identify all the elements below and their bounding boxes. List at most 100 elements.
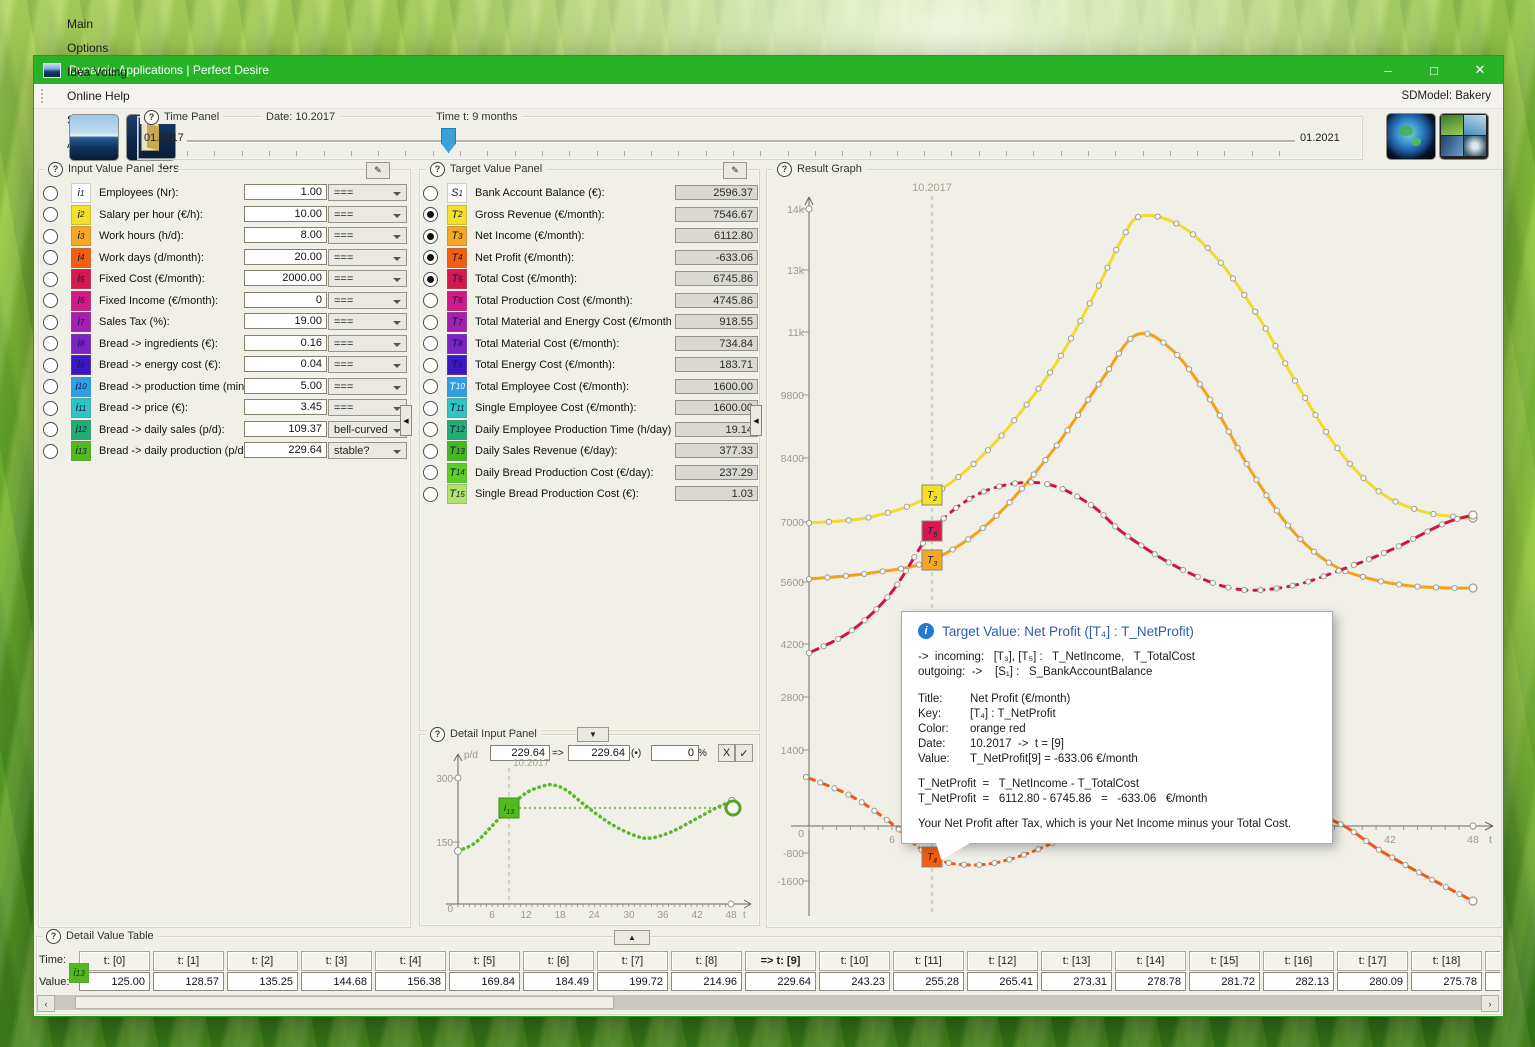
detail-table-collapse-button[interactable]: ▲ [614,930,650,945]
input-value-i3[interactable]: 8.00 [244,227,327,243]
help-icon[interactable]: ? [46,929,61,944]
input-mode-dropdown-i13[interactable]: stable? [328,442,407,459]
menu-item-main[interactable]: Main [53,12,193,36]
input-value-i7[interactable]: 19.00 [244,313,327,329]
series-end-point[interactable] [1469,897,1477,905]
input-value-i2[interactable]: 10.00 [244,206,327,222]
help-icon[interactable]: ? [430,162,445,177]
minimize-button[interactable]: – [1365,56,1411,84]
menu-item-options[interactable]: Options [53,36,193,60]
input-mode-dropdown-i3[interactable]: === [328,227,407,244]
input-radio-i6[interactable] [43,293,58,308]
target-radio-S1[interactable] [423,186,438,201]
target-radio-T2[interactable] [423,207,438,222]
target-radio-T10[interactable] [423,379,438,394]
earth-image-button[interactable] [1386,113,1436,160]
input-radio-i5[interactable] [43,272,58,287]
input-radio-i13[interactable] [43,444,58,459]
table-value-cell-16[interactable]: 282.13 [1263,972,1334,991]
table-value-cell-14[interactable]: 278.78 [1115,972,1186,991]
target-radio-T7[interactable] [423,315,438,330]
input-radio-i7[interactable] [43,315,58,330]
table-value-cell-11[interactable]: 255.28 [893,972,964,991]
input-radio-i11[interactable] [43,401,58,416]
input-mode-dropdown-i12[interactable]: bell-curved [328,421,407,438]
stable-target-ring[interactable] [726,801,740,815]
input-radio-i3[interactable] [43,229,58,244]
scroll-right-button[interactable]: › [1481,995,1499,1012]
detail-curve-start-point[interactable] [455,848,462,855]
input-radio-i8[interactable] [43,336,58,351]
help-icon[interactable]: ? [48,162,63,177]
input-radio-i2[interactable] [43,207,58,222]
input-radio-i1[interactable] [43,186,58,201]
table-value-cell-1[interactable]: 128.57 [153,972,224,991]
input-value-i10[interactable]: 5.00 [244,378,327,394]
input-radio-i10[interactable] [43,379,58,394]
target-panel-collapse-handle[interactable]: ◀ [750,405,762,436]
time-slider-track[interactable] [187,140,1295,143]
input-value-i6[interactable]: 0 [244,292,327,308]
table-value-cell-18[interactable]: 275.78 [1411,972,1482,991]
input-value-i11[interactable]: 3.45 [244,399,327,415]
series-end-point[interactable] [1469,584,1477,592]
menu-item-idea-voting[interactable]: Idea Voting [53,60,193,84]
target-radio-T6[interactable] [423,293,438,308]
detail-x-end-handle[interactable] [728,901,734,907]
input-mode-dropdown-i9[interactable]: === [328,356,407,373]
input-panel-collapse-handle[interactable]: ◀ [400,405,412,436]
target-radio-T13[interactable] [423,444,438,459]
help-icon[interactable]: ? [144,110,159,125]
table-value-cell-9[interactable]: 229.64 [745,972,816,991]
input-radio-i9[interactable] [43,358,58,373]
target-radio-T4[interactable] [423,250,438,265]
gallery-collage-button[interactable] [1439,113,1489,160]
x-axis-end-handle[interactable] [1470,823,1476,829]
input-value-i5[interactable]: 2000.00 [244,270,327,286]
scroll-left-button[interactable]: ‹ [37,995,55,1012]
target-radio-T14[interactable] [423,465,438,480]
table-value-cell-15[interactable]: 281.72 [1189,972,1260,991]
table-scrollbar-thumb[interactable] [75,996,614,1009]
input-mode-dropdown-i7[interactable]: === [328,313,407,330]
input-value-i1[interactable]: 1.00 [244,184,327,200]
input-mode-dropdown-i10[interactable]: === [328,378,407,395]
detail-input-graph[interactable]: p/d10.20173001500612182430364248ti13 [426,746,759,924]
scenario-image-button[interactable] [69,114,119,161]
target-edit-pencil-button[interactable]: ✎ [723,162,747,179]
input-mode-dropdown-i5[interactable]: === [328,270,407,287]
input-mode-dropdown-i8[interactable]: === [328,335,407,352]
input-radio-i12[interactable] [43,422,58,437]
table-value-cell-6[interactable]: 184.49 [523,972,594,991]
input-value-i4[interactable]: 20.00 [244,249,327,265]
input-mode-dropdown-i4[interactable]: === [328,249,407,266]
target-radio-T8[interactable] [423,336,438,351]
input-value-i13[interactable]: 229.64 [244,442,327,458]
detail-input-collapse-button[interactable]: ▼ [577,727,609,742]
input-edit-pencil-button[interactable]: ✎ [366,162,390,179]
target-radio-T11[interactable] [423,401,438,416]
detail-y-scale-handle[interactable] [455,775,461,781]
target-radio-T12[interactable] [423,422,438,437]
close-button[interactable]: ✕ [1457,56,1503,84]
series-end-point[interactable] [1469,511,1477,519]
input-value-i12[interactable]: 109.37 [244,421,327,437]
table-value-cell-7[interactable]: 199.72 [597,972,668,991]
menu-item-online-help[interactable]: Online Help [53,84,193,108]
target-radio-T3[interactable] [423,229,438,244]
table-value-cell-0[interactable]: 125.00 [79,972,150,991]
y-scale-handle[interactable] [806,206,812,212]
target-radio-T15[interactable] [423,487,438,502]
input-value-i9[interactable]: 0.04 [244,356,327,372]
target-radio-T5[interactable] [423,272,438,287]
input-mode-dropdown-i11[interactable]: === [328,399,407,416]
input-value-i8[interactable]: 0.16 [244,335,327,351]
table-value-cell-8[interactable]: 214.96 [671,972,742,991]
input-mode-dropdown-i2[interactable]: === [328,206,407,223]
table-value-cell-10[interactable]: 243.23 [819,972,890,991]
input-mode-dropdown-i1[interactable]: === [328,184,407,201]
table-value-cell-4[interactable]: 156.38 [375,972,446,991]
help-icon[interactable]: ? [430,727,445,742]
table-value-cell-3[interactable]: 144.68 [301,972,372,991]
table-value-cell-2[interactable]: 135.25 [227,972,298,991]
